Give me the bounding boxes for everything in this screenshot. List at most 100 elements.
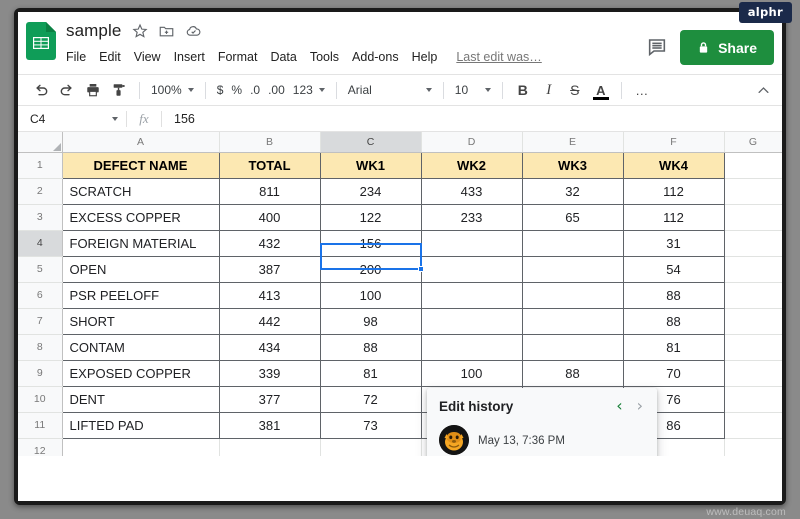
undo-icon[interactable]	[28, 77, 54, 103]
column-header-a[interactable]: A	[62, 132, 219, 152]
cell-g3[interactable]	[724, 204, 782, 230]
cell-a4[interactable]: FOREIGN MATERIAL	[62, 230, 219, 256]
comment-icon[interactable]	[646, 37, 668, 59]
cell-d7[interactable]	[421, 308, 522, 334]
name-box[interactable]: C4	[18, 106, 126, 131]
cell-c12[interactable]	[320, 438, 421, 456]
cell-b8[interactable]: 434	[219, 334, 320, 360]
cell-c5[interactable]: 200	[320, 256, 421, 282]
cell-b3[interactable]: 400	[219, 204, 320, 230]
cell-f9[interactable]: 70	[623, 360, 724, 386]
increase-decimal-button[interactable]: .00	[264, 78, 289, 102]
cell-f7[interactable]: 88	[623, 308, 724, 334]
cell-d3[interactable]: 233	[421, 204, 522, 230]
cell-e8[interactable]	[522, 334, 623, 360]
cell-c11[interactable]: 73	[320, 412, 421, 438]
cell-a7[interactable]: SHORT	[62, 308, 219, 334]
row-header-1[interactable]: 1	[18, 152, 62, 178]
cell-f4[interactable]: 31	[623, 230, 724, 256]
cell-a8[interactable]: CONTAM	[62, 334, 219, 360]
cell-e5[interactable]	[522, 256, 623, 282]
cell-f5[interactable]: 54	[623, 256, 724, 282]
row-header-10[interactable]: 10	[18, 386, 62, 412]
last-edit-link[interactable]: Last edit was…	[456, 50, 541, 64]
cell-f8[interactable]: 81	[623, 334, 724, 360]
cell-b10[interactable]: 377	[219, 386, 320, 412]
cell-c1[interactable]: WK1	[320, 152, 421, 178]
cell-b7[interactable]: 442	[219, 308, 320, 334]
cell-f2[interactable]: 112	[623, 178, 724, 204]
cell-d4[interactable]	[421, 230, 522, 256]
currency-format-button[interactable]: $	[213, 78, 228, 102]
cell-a6[interactable]: PSR PEELOFF	[62, 282, 219, 308]
italic-button[interactable]: I	[536, 77, 562, 103]
collapse-toolbar-icon[interactable]	[750, 77, 776, 103]
column-header-e[interactable]: E	[522, 132, 623, 152]
formula-input[interactable]: 156	[162, 106, 782, 131]
row-header-7[interactable]: 7	[18, 308, 62, 334]
row-header-6[interactable]: 6	[18, 282, 62, 308]
menu-file[interactable]: File	[66, 50, 86, 64]
more-formats-dropdown[interactable]: 123	[289, 78, 329, 102]
row-header-2[interactable]: 2	[18, 178, 62, 204]
cell-g6[interactable]	[724, 282, 782, 308]
cell-a1[interactable]: DEFECT NAME	[62, 152, 219, 178]
move-to-folder-icon[interactable]	[158, 23, 175, 40]
cloud-saved-icon[interactable]	[185, 23, 202, 40]
column-header-c[interactable]: C	[320, 132, 421, 152]
column-header-f[interactable]: F	[623, 132, 724, 152]
cell-c9[interactable]: 81	[320, 360, 421, 386]
spreadsheet-grid[interactable]: A B C D E F G 1 DEFECT NAME TOTAL WK1 WK…	[18, 132, 782, 456]
column-header-d[interactable]: D	[421, 132, 522, 152]
menu-data[interactable]: Data	[270, 50, 296, 64]
cell-g11[interactable]	[724, 412, 782, 438]
menu-view[interactable]: View	[134, 50, 161, 64]
cell-g7[interactable]	[724, 308, 782, 334]
cell-c6[interactable]: 100	[320, 282, 421, 308]
cell-a3[interactable]: EXCESS COPPER	[62, 204, 219, 230]
cell-d1[interactable]: WK2	[421, 152, 522, 178]
cell-e4[interactable]	[522, 230, 623, 256]
cell-c8[interactable]: 88	[320, 334, 421, 360]
cell-g2[interactable]	[724, 178, 782, 204]
cell-d9[interactable]: 100	[421, 360, 522, 386]
cell-e3[interactable]: 65	[522, 204, 623, 230]
row-header-4[interactable]: 4	[18, 230, 62, 256]
cell-f3[interactable]: 112	[623, 204, 724, 230]
menu-add-ons[interactable]: Add-ons	[352, 50, 399, 64]
menu-tools[interactable]: Tools	[310, 50, 339, 64]
row-header-5[interactable]: 5	[18, 256, 62, 282]
cell-d8[interactable]	[421, 334, 522, 360]
row-header-11[interactable]: 11	[18, 412, 62, 438]
cell-a9[interactable]: EXPOSED COPPER	[62, 360, 219, 386]
cell-b4[interactable]: 432	[219, 230, 320, 256]
menu-help[interactable]: Help	[412, 50, 438, 64]
decrease-decimal-button[interactable]: .0	[246, 78, 264, 102]
cell-b2[interactable]: 811	[219, 178, 320, 204]
cell-b11[interactable]: 381	[219, 412, 320, 438]
cell-d5[interactable]	[421, 256, 522, 282]
cell-g4[interactable]	[724, 230, 782, 256]
cell-e6[interactable]	[522, 282, 623, 308]
cell-g5[interactable]	[724, 256, 782, 282]
cell-f6[interactable]: 88	[623, 282, 724, 308]
more-toolbar-options-button[interactable]: …	[629, 77, 655, 103]
row-header-9[interactable]: 9	[18, 360, 62, 386]
cell-c7[interactable]: 98	[320, 308, 421, 334]
cell-f1[interactable]: WK4	[623, 152, 724, 178]
cell-e2[interactable]: 32	[522, 178, 623, 204]
column-header-b[interactable]: B	[219, 132, 320, 152]
cell-b12[interactable]	[219, 438, 320, 456]
cell-c2[interactable]: 234	[320, 178, 421, 204]
cell-d2[interactable]: 433	[421, 178, 522, 204]
font-family-dropdown[interactable]: Arial	[344, 78, 436, 102]
cell-a10[interactable]: DENT	[62, 386, 219, 412]
cell-b9[interactable]: 339	[219, 360, 320, 386]
menu-format[interactable]: Format	[218, 50, 258, 64]
cell-g10[interactable]	[724, 386, 782, 412]
star-icon[interactable]	[131, 23, 148, 40]
cell-a5[interactable]: OPEN	[62, 256, 219, 282]
bold-button[interactable]: B	[510, 77, 536, 103]
zoom-dropdown[interactable]: 100%	[147, 78, 198, 102]
cell-a11[interactable]: LIFTED PAD	[62, 412, 219, 438]
